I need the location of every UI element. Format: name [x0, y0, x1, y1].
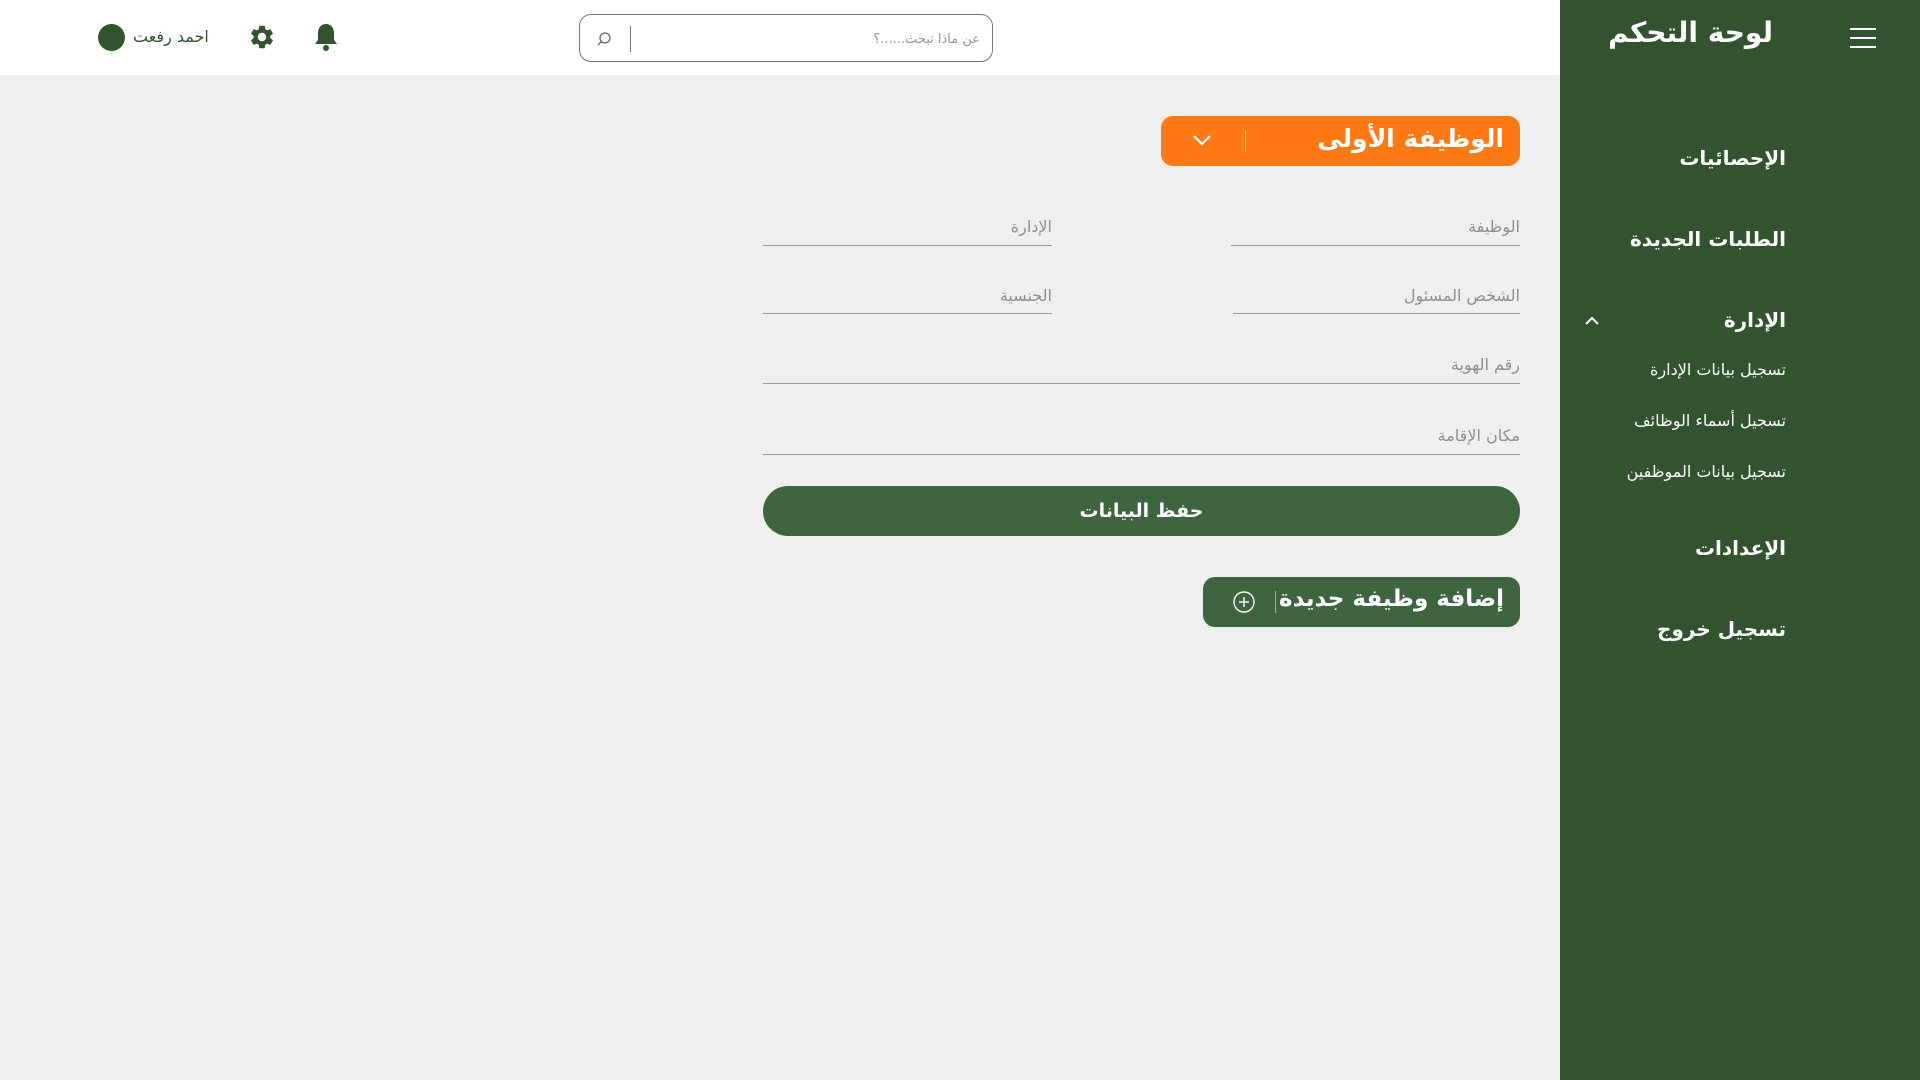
avatar[interactable]: [98, 24, 125, 51]
id-number-field: [763, 342, 1520, 384]
id-number-input[interactable]: [763, 342, 1520, 383]
job-title: الوظيفة الأولى: [1317, 124, 1504, 153]
header-divider: [1245, 130, 1246, 152]
submenu-item-register-employees[interactable]: تسجيل بيانات الموظفين: [1627, 462, 1786, 481]
submenu-item-register-job-names[interactable]: تسجيل أسماء الوظائف: [1634, 411, 1786, 430]
sidebar-item-new-requests[interactable]: الطلبات الجديدة: [1630, 227, 1786, 251]
job-input[interactable]: [1231, 204, 1520, 245]
search-box: [579, 14, 993, 62]
user-name[interactable]: احمد رفعت: [133, 27, 209, 46]
responsible-field: [1233, 274, 1520, 314]
job-accordion-header[interactable]: الوظيفة الأولى: [1161, 116, 1520, 166]
top-bar: احمد رفعت: [0, 0, 1560, 75]
sidebar-item-management[interactable]: الإدارة: [1724, 308, 1786, 332]
chevron-down-icon[interactable]: [1191, 131, 1213, 149]
nationality-input[interactable]: [763, 274, 1052, 313]
search-input[interactable]: [640, 25, 980, 53]
submenu-item-register-department[interactable]: تسجيل بيانات الإدارة: [1650, 360, 1786, 379]
add-job-divider: [1275, 591, 1276, 613]
nationality-field: [763, 274, 1052, 314]
gear-icon[interactable]: [248, 23, 276, 51]
residence-input[interactable]: [763, 413, 1520, 454]
add-job-label: إضافة وظيفة جديدة: [1279, 586, 1504, 612]
sidebar-item-settings[interactable]: الإعدادات: [1695, 536, 1786, 560]
department-field: [763, 204, 1052, 246]
search-icon[interactable]: [596, 31, 612, 47]
search-divider: [630, 26, 631, 52]
add-job-button[interactable]: إضافة وظيفة جديدة: [1203, 577, 1520, 627]
sidebar-item-statistics[interactable]: الإحصائيات: [1679, 146, 1786, 170]
department-input[interactable]: [763, 204, 1052, 245]
residence-field: [763, 413, 1520, 455]
menu-icon[interactable]: [1850, 28, 1876, 48]
job-field: [1231, 204, 1520, 246]
chevron-up-icon[interactable]: [1585, 314, 1599, 328]
sidebar-title: لوحة التحكم: [1608, 16, 1773, 49]
responsible-input[interactable]: [1233, 274, 1520, 313]
bell-icon[interactable]: [313, 22, 339, 52]
plus-circle-icon: [1233, 591, 1255, 613]
sidebar-item-logout[interactable]: تسجيل خروج: [1657, 617, 1786, 641]
save-button[interactable]: حفظ البيانات: [763, 486, 1520, 536]
sidebar: لوحة التحكم الإحصائيات الطلبات الجديدة ا…: [1560, 0, 1920, 1080]
